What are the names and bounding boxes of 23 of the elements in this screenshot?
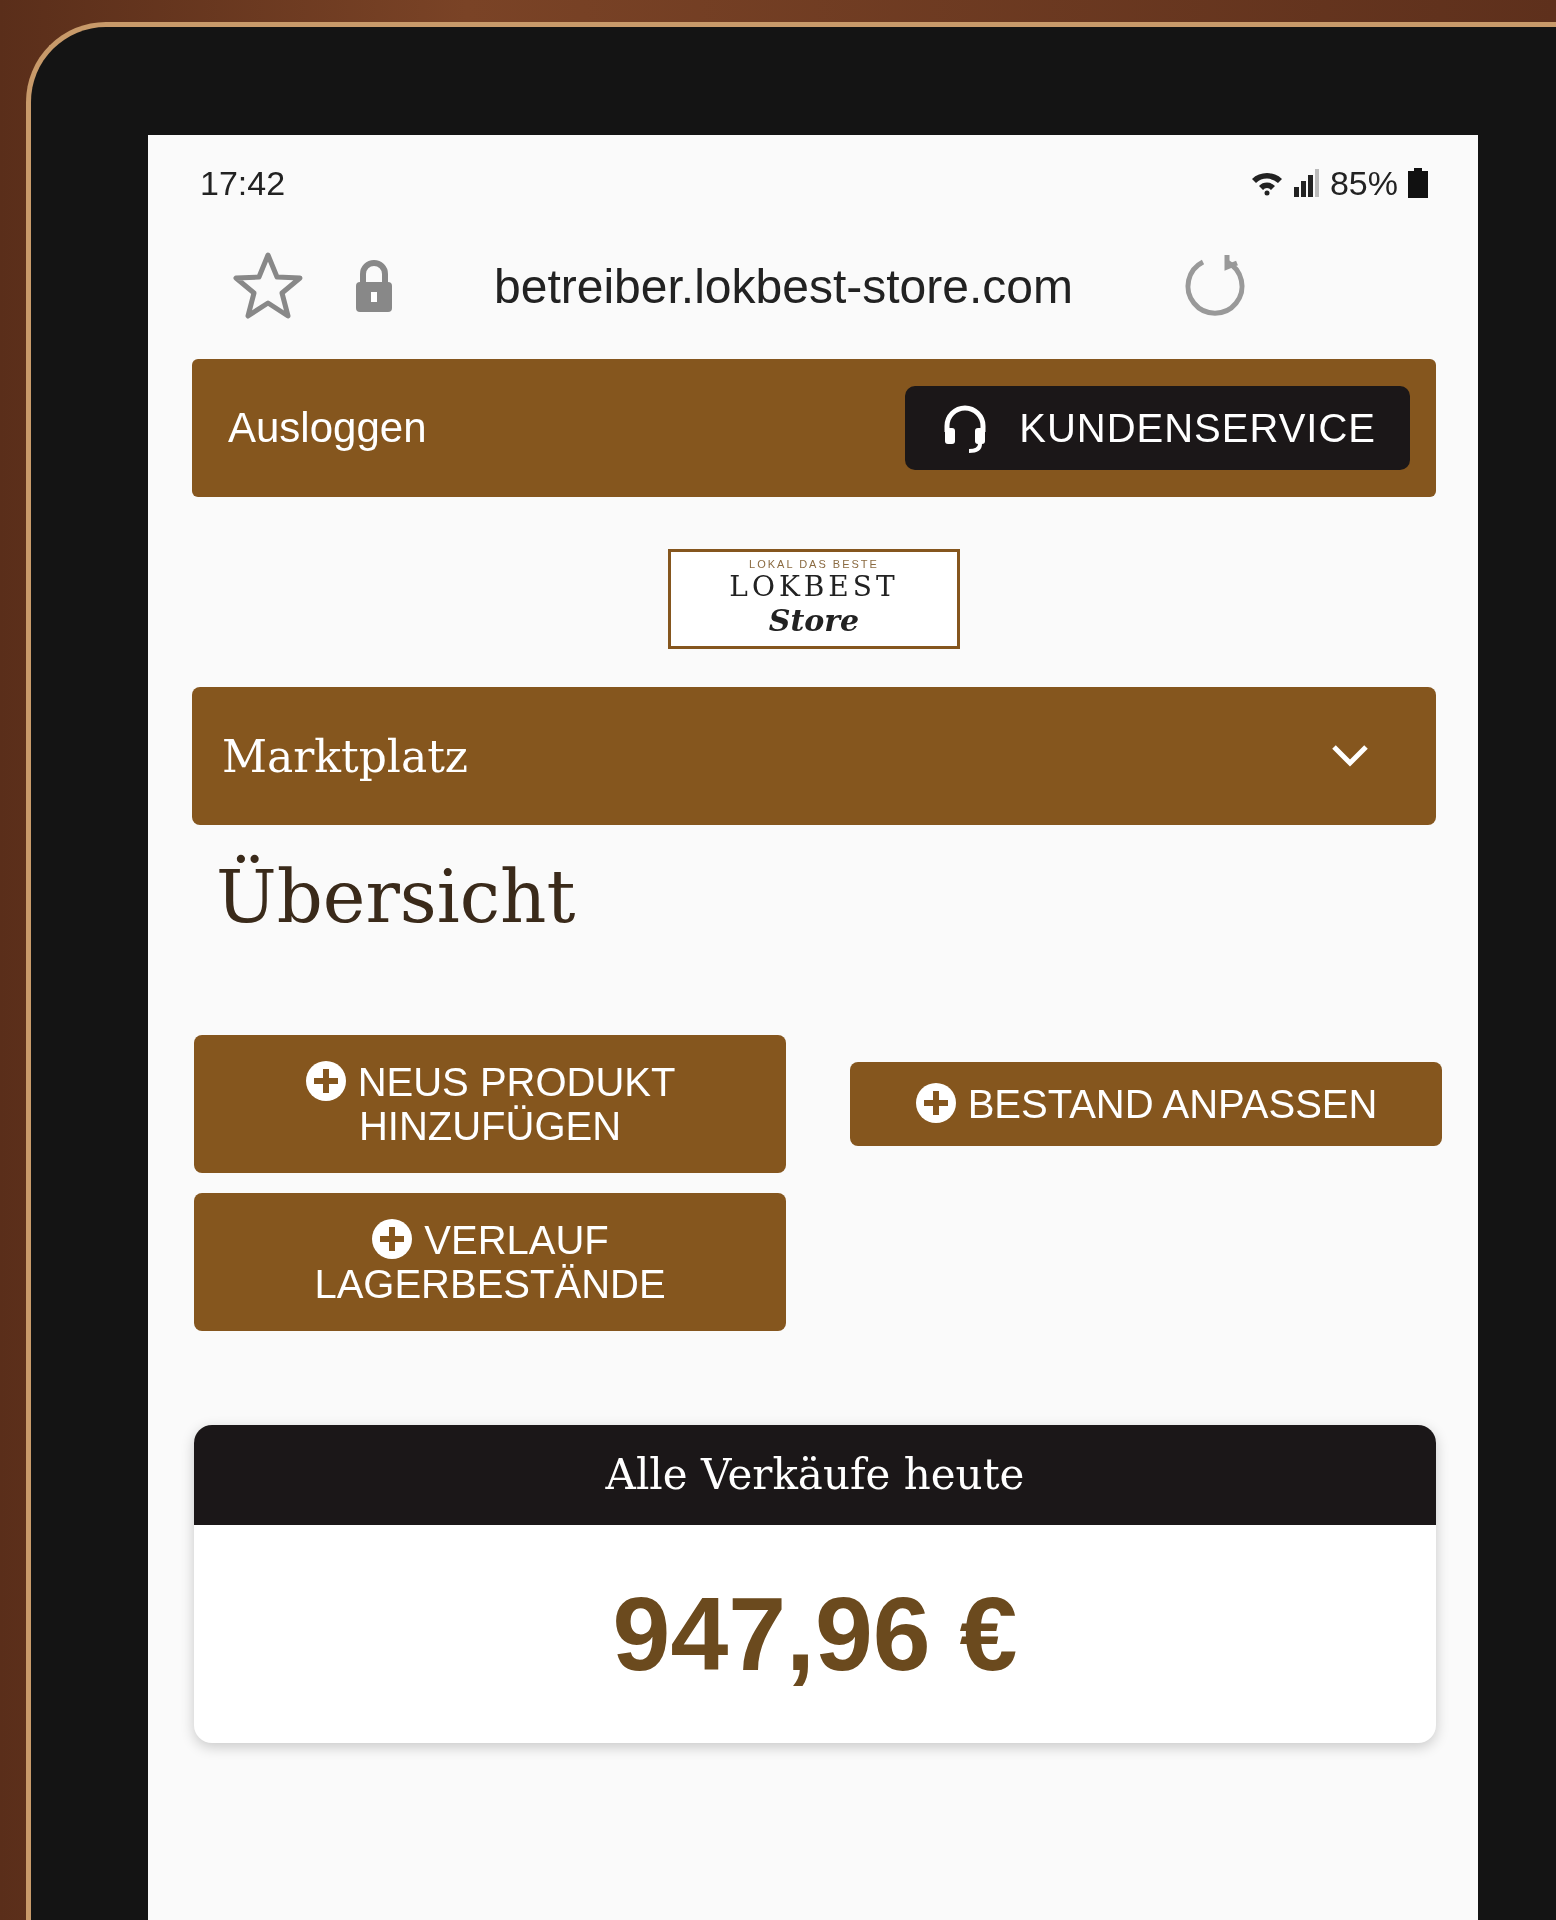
page-heading: Übersicht xyxy=(216,855,577,941)
url-text[interactable]: betreiber.lokbest-store.com xyxy=(494,258,1073,314)
action-button[interactable]: BESTAND ANPASSEN xyxy=(850,1062,1442,1146)
logo-name: LOKBEST xyxy=(729,570,899,603)
battery-level: 85% xyxy=(1329,163,1398,203)
logo-script: Store xyxy=(768,603,860,638)
action-button[interactable]: NEUS PRODUKT HINZUFÜGEN xyxy=(194,1035,786,1173)
plus-icon xyxy=(371,1218,414,1260)
logo-tagline: LOKAL DAS BESTE xyxy=(748,558,880,570)
logout-link[interactable]: Ausloggen xyxy=(228,404,427,452)
support-button[interactable]: KUNDENSERVICE xyxy=(905,386,1410,470)
battery-icon xyxy=(1408,168,1428,198)
chevron-icon xyxy=(1330,743,1370,769)
sales-amount: 947,96 € xyxy=(611,1575,1019,1694)
nav-dropdown[interactable]: Marktplatz xyxy=(192,687,1436,825)
action-button[interactable]: VERLAUF LAGERBESTÄNDE xyxy=(194,1193,786,1331)
clock-time: 17:42 xyxy=(200,163,286,203)
star-icon[interactable] xyxy=(232,251,304,321)
signal-icon xyxy=(1293,169,1320,197)
lock-icon xyxy=(354,260,394,312)
card-title: Alle Verkäufe heute xyxy=(194,1425,1436,1525)
plus-icon xyxy=(914,1082,957,1124)
plus-icon xyxy=(304,1060,347,1102)
